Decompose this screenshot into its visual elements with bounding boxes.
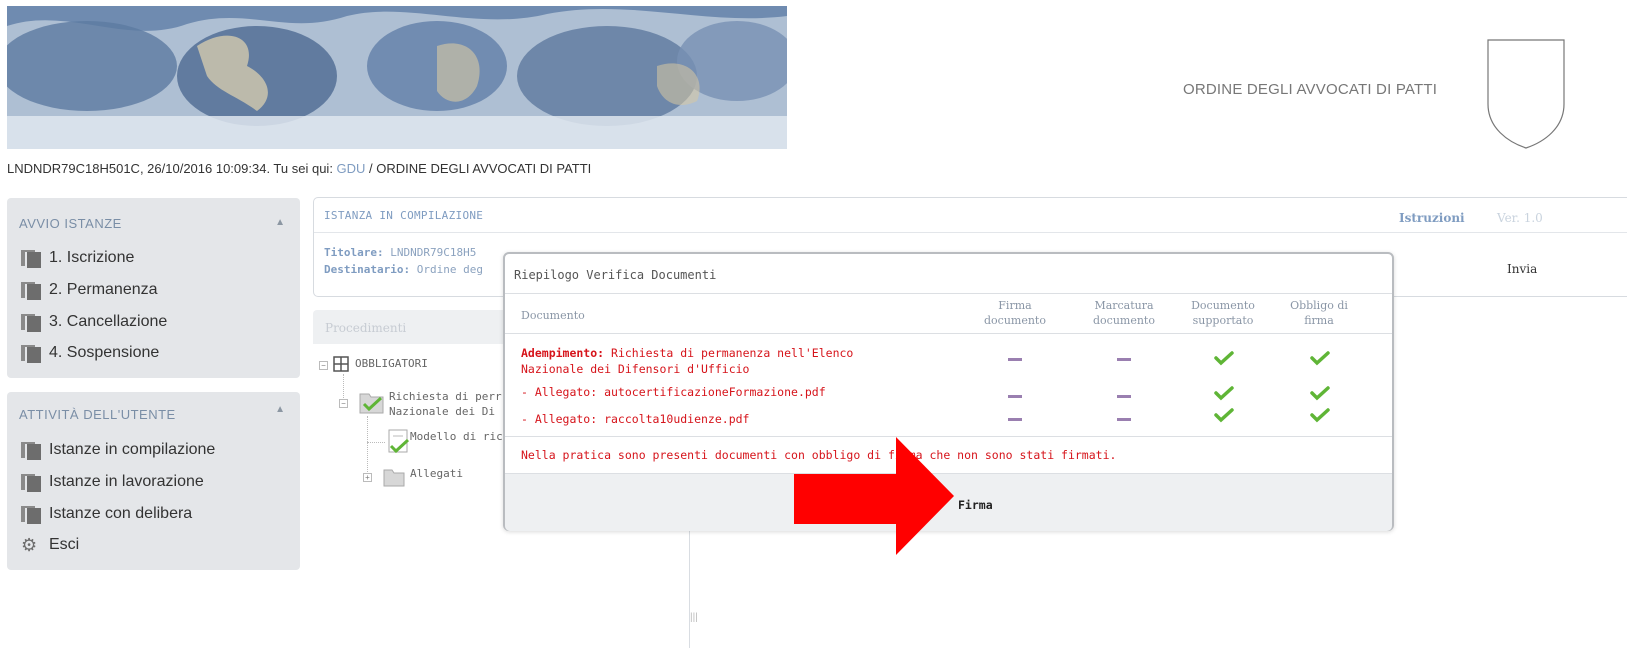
dash-icon bbox=[1117, 418, 1131, 421]
table-row-adempimento: Adempimento: Richiesta di permanenza nel… bbox=[521, 345, 853, 377]
sidebar-item-label: Istanze in compilazione bbox=[49, 441, 216, 458]
column-header-line: Documento bbox=[1191, 299, 1255, 312]
breadcrumb-current: ORDINE DEGLI AVVOCATI DI PATTI bbox=[376, 161, 592, 176]
breadcrumb-separator: / bbox=[365, 161, 377, 176]
sidebar-item-label: 3. Cancellazione bbox=[49, 313, 168, 330]
sidebar-item-sospensione[interactable]: 4. Sospensione bbox=[21, 341, 159, 365]
org-name: ORDINE DEGLI AVVOCATI DI PATTI bbox=[1183, 81, 1438, 98]
folder-check-icon bbox=[359, 393, 384, 414]
sidebar-item-label: Istanze con delibera bbox=[49, 505, 193, 522]
check-icon bbox=[1310, 351, 1330, 366]
divider bbox=[314, 232, 1627, 233]
red-arrow-annotation-icon bbox=[794, 437, 954, 555]
column-header-line: Marcatura bbox=[1094, 299, 1154, 312]
column-header-line: documento bbox=[984, 314, 1046, 327]
column-header-marcatura-documento: Marcatura documento bbox=[1082, 298, 1166, 328]
grid-icon bbox=[333, 356, 349, 372]
tree-line bbox=[367, 416, 368, 476]
adempimento-text: Richiesta di permanenza nell'Elenco bbox=[604, 346, 854, 360]
column-header-documento-supportato: Documento supportato bbox=[1180, 298, 1266, 328]
procedimenti-title: Procedimenti bbox=[325, 321, 407, 335]
column-header-line: documento bbox=[1093, 314, 1155, 327]
column-header-documento: Documento bbox=[521, 309, 585, 322]
document-icon bbox=[21, 313, 41, 332]
tree-node-richiesta-line1[interactable]: Richiesta di perr bbox=[389, 390, 502, 403]
document-icon bbox=[21, 249, 41, 268]
header-banner-image bbox=[7, 6, 787, 149]
sidebar-item-label: Istanze in lavorazione bbox=[49, 473, 204, 490]
destinatario-label: Destinatario: bbox=[324, 263, 411, 276]
tree-node-allegati[interactable]: Allegati bbox=[410, 467, 463, 480]
column-header-obbligo-firma: Obbligo di firma bbox=[1279, 298, 1359, 328]
dash-icon bbox=[1008, 358, 1022, 361]
table-row-allegato-autocertificazione: - Allegato: autocertificazioneFormazione… bbox=[521, 385, 826, 399]
instance-title: ISTANZA IN COMPILAZIONE bbox=[324, 209, 484, 222]
check-icon bbox=[1214, 351, 1234, 366]
panel-splitter[interactable]: ||| bbox=[690, 612, 698, 623]
sidebar-item-cancellazione[interactable]: 3. Cancellazione bbox=[21, 310, 167, 334]
dash-icon bbox=[1117, 395, 1131, 398]
tree-node-modello[interactable]: Modello di ric bbox=[410, 430, 503, 443]
column-header-firma-documento: Firma documento bbox=[975, 298, 1055, 328]
tree-expand-icon[interactable]: + bbox=[363, 473, 372, 482]
check-icon bbox=[1214, 386, 1234, 401]
check-icon bbox=[1310, 386, 1330, 401]
sidebar-item-label: Esci bbox=[49, 536, 80, 553]
coat-of-arms-shield-icon bbox=[1487, 39, 1565, 149]
column-header-line: firma bbox=[1304, 314, 1334, 327]
tree-node-richiesta-line2[interactable]: Nazionale dei Di bbox=[389, 405, 495, 418]
version-label: Ver. 1.0 bbox=[1497, 211, 1543, 225]
destinatario-line: Destinatario: Ordine deg bbox=[324, 263, 483, 276]
table-row-allegato-raccolta: - Allegato: raccolta10udienze.pdf bbox=[521, 412, 750, 426]
gear-icon: ⚙ bbox=[21, 535, 38, 555]
invia-button[interactable]: Invia bbox=[1507, 262, 1537, 276]
dash-icon bbox=[1117, 358, 1131, 361]
collapse-caret-icon[interactable]: ▲ bbox=[275, 404, 285, 415]
sidebar-item-permanenza[interactable]: 2. Permanenza bbox=[21, 278, 158, 302]
sidebar-item-istanze-in-lavorazione[interactable]: Istanze in lavorazione bbox=[21, 470, 204, 494]
check-icon bbox=[1310, 408, 1330, 423]
adempimento-text-line2: Nazionale dei Difensori d'Ufficio bbox=[521, 362, 750, 376]
titolare-value: LNDNDR79C18H5 bbox=[383, 246, 477, 259]
breadcrumb-link-gdu[interactable]: GDU bbox=[337, 161, 366, 176]
modal-title: Riepilogo Verifica Documenti bbox=[514, 268, 717, 282]
session-info: LNDNDR79C18H501C, 26/10/2016 10:09:34. T… bbox=[7, 161, 337, 176]
tree-collapse-icon[interactable]: − bbox=[319, 361, 328, 370]
sidebar-item-istanze-con-delibera[interactable]: Istanze con delibera bbox=[21, 502, 192, 526]
document-check-icon bbox=[388, 429, 410, 454]
sidebar-item-label: 1. Iscrizione bbox=[49, 249, 135, 266]
folder-icon bbox=[383, 469, 405, 487]
column-header-line: Firma bbox=[998, 299, 1032, 312]
document-icon bbox=[21, 281, 41, 300]
document-icon bbox=[21, 344, 41, 363]
tree-node-obbligatori[interactable]: OBBLIGATORI bbox=[355, 357, 428, 370]
sidebar-panel-avvio-istanze: AVVIO ISTANZE ▲ 1. Iscrizione 2. Permane… bbox=[7, 198, 300, 378]
sidebar-panel-title: AVVIO ISTANZE bbox=[19, 216, 122, 231]
check-icon bbox=[1214, 408, 1234, 423]
sidebar-item-istanze-in-compilazione[interactable]: Istanze in compilazione bbox=[21, 438, 215, 462]
tree-collapse-icon[interactable]: − bbox=[339, 399, 348, 408]
adempimento-label: Adempimento: bbox=[521, 346, 605, 360]
document-icon bbox=[21, 473, 41, 492]
istruzioni-link[interactable]: Istruzioni bbox=[1399, 211, 1465, 225]
sidebar-panel-attivita-utente: ATTIVITÀ DELL'UTENTE ▲ Istanze in compil… bbox=[7, 392, 300, 570]
titolare-label: Titolare: bbox=[324, 246, 384, 259]
dash-icon bbox=[1008, 418, 1022, 421]
sidebar-item-label: 4. Sospensione bbox=[49, 344, 160, 361]
sidebar-item-label: 2. Permanenza bbox=[49, 281, 158, 298]
divider bbox=[505, 333, 1392, 334]
titolare-line: Titolare: LNDNDR79C18H5 bbox=[324, 246, 476, 259]
sidebar-item-iscrizione[interactable]: 1. Iscrizione bbox=[21, 246, 134, 270]
column-header-line: supportato bbox=[1192, 314, 1254, 327]
collapse-caret-icon[interactable]: ▲ bbox=[275, 217, 285, 228]
sidebar-panel-title: ATTIVITÀ DELL'UTENTE bbox=[19, 407, 176, 422]
document-icon bbox=[21, 505, 41, 524]
sidebar-item-esci[interactable]: ⚙ Esci bbox=[21, 533, 79, 557]
destinatario-value: Ordine deg bbox=[410, 263, 483, 276]
divider bbox=[505, 293, 1392, 294]
document-icon bbox=[21, 441, 41, 460]
column-header-line: Obbligo di bbox=[1290, 299, 1348, 312]
dash-icon bbox=[1008, 395, 1022, 398]
breadcrumb: LNDNDR79C18H501C, 26/10/2016 10:09:34. T… bbox=[7, 161, 591, 176]
